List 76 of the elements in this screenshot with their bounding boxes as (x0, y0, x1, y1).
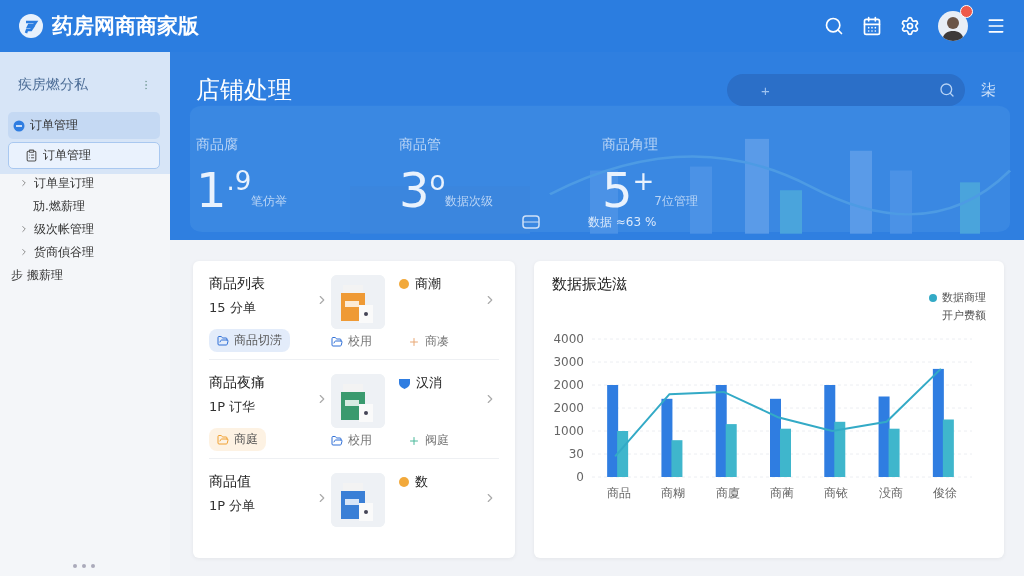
folder-icon (331, 335, 343, 348)
stat-label: 商品腐 (196, 136, 239, 154)
plus-icon (408, 434, 420, 447)
trend-label: 商凑 (408, 333, 449, 350)
sidebar-item[interactable]: 货商偵谷理 (8, 241, 160, 263)
legend-dot (929, 293, 937, 302)
product-name: 商品值 (209, 473, 251, 491)
axis-label: 30 (568, 447, 584, 461)
axis-label: 商品 (607, 486, 632, 500)
product-name: 商品列表 (209, 275, 265, 293)
axis-label: 1000 (553, 424, 584, 438)
axis-label: 商糊 (661, 486, 686, 500)
product-status: 汉消 (399, 374, 499, 392)
axis-label: 没商 (878, 486, 903, 500)
axis-label: 2000 (553, 378, 584, 392)
logo-icon (18, 13, 44, 39)
sidebar-item[interactable]: 订单管理 (8, 142, 160, 169)
folder-icon (217, 433, 229, 446)
pager-dots-icon (73, 564, 95, 568)
axis-label: 3000 (553, 355, 584, 369)
axis-label: 0 (576, 470, 584, 484)
usage-label: 校用 (331, 333, 372, 350)
stat-suffix: .9 (226, 166, 252, 196)
stat-unit: 笔仿举 (251, 193, 288, 210)
stat-label: 商品管 (399, 136, 442, 154)
stat-value: 3 (399, 166, 430, 214)
product-status: 商潮 (399, 275, 499, 293)
sidebar-title: 疾房燃分私 (18, 76, 88, 94)
stat-suffix: o (429, 166, 446, 196)
axis-label: 商蔺 (770, 486, 794, 500)
axis-label: 商铱 (824, 486, 849, 500)
sidebar-item[interactable]: 步 搬薪理 (8, 264, 160, 286)
calendar-button[interactable] (862, 16, 882, 36)
axis-label: 俊徐 (932, 486, 957, 500)
product-tag[interactable]: 商庭 (209, 428, 266, 451)
trend-label: 阀庭 (408, 432, 449, 449)
usage-label: 校用 (331, 432, 372, 449)
chevron-icon (19, 178, 29, 188)
page-title: 店铺处理 (196, 75, 293, 106)
settings-button[interactable] (900, 16, 920, 36)
sidebar-item[interactable]: 订单管理 (8, 112, 160, 139)
axis-label: 4000 (553, 332, 584, 346)
stat-suffix: + (632, 166, 655, 196)
axis-label: 2000 (553, 401, 584, 415)
clipboard-icon (25, 149, 38, 162)
chart-title: 数据振选滋 (552, 275, 628, 294)
sidebar-item[interactable]: 劢.燃薪理 (8, 195, 160, 217)
legend-item: 数据商理 (942, 290, 986, 305)
folder-icon (331, 434, 343, 447)
sidebar-item[interactable]: 订单皇订理 (8, 172, 160, 194)
stat-label: 商品角理 (602, 136, 659, 154)
legend-note: 开户费额 (942, 308, 986, 323)
plus-icon (408, 335, 420, 348)
product-status: 数 (399, 473, 499, 491)
chevron-icon (19, 224, 29, 234)
stat-value: 1 (196, 166, 227, 214)
product-tag[interactable]: 商品切涝 (209, 329, 290, 352)
chevron-icon (19, 247, 29, 257)
app-title: 药房网商商家版 (52, 13, 200, 40)
product-name: 商品夜痛 (209, 374, 265, 392)
avatar[interactable] (938, 11, 968, 41)
stat-value: 5 (602, 166, 633, 214)
product-count: 1P 分单 (209, 497, 256, 515)
header-label: 柒 (981, 80, 996, 100)
search-button[interactable] (824, 16, 844, 36)
search-icon[interactable] (939, 82, 955, 98)
menu-button[interactable] (986, 16, 1006, 36)
folder-icon (217, 334, 229, 347)
search-field[interactable]: + (727, 74, 965, 106)
axis-label: 商廈 (715, 486, 740, 500)
sidebar-item[interactable]: 级次帐管理 (8, 218, 160, 240)
stat-unit: 数据次级 (445, 193, 494, 210)
footer-text: 数据 ≈63 % (588, 214, 657, 231)
product-count: 1P 订华 (209, 398, 256, 416)
stat-unit: 7位管理 (654, 193, 698, 210)
product-count: 15 分单 (209, 299, 256, 317)
